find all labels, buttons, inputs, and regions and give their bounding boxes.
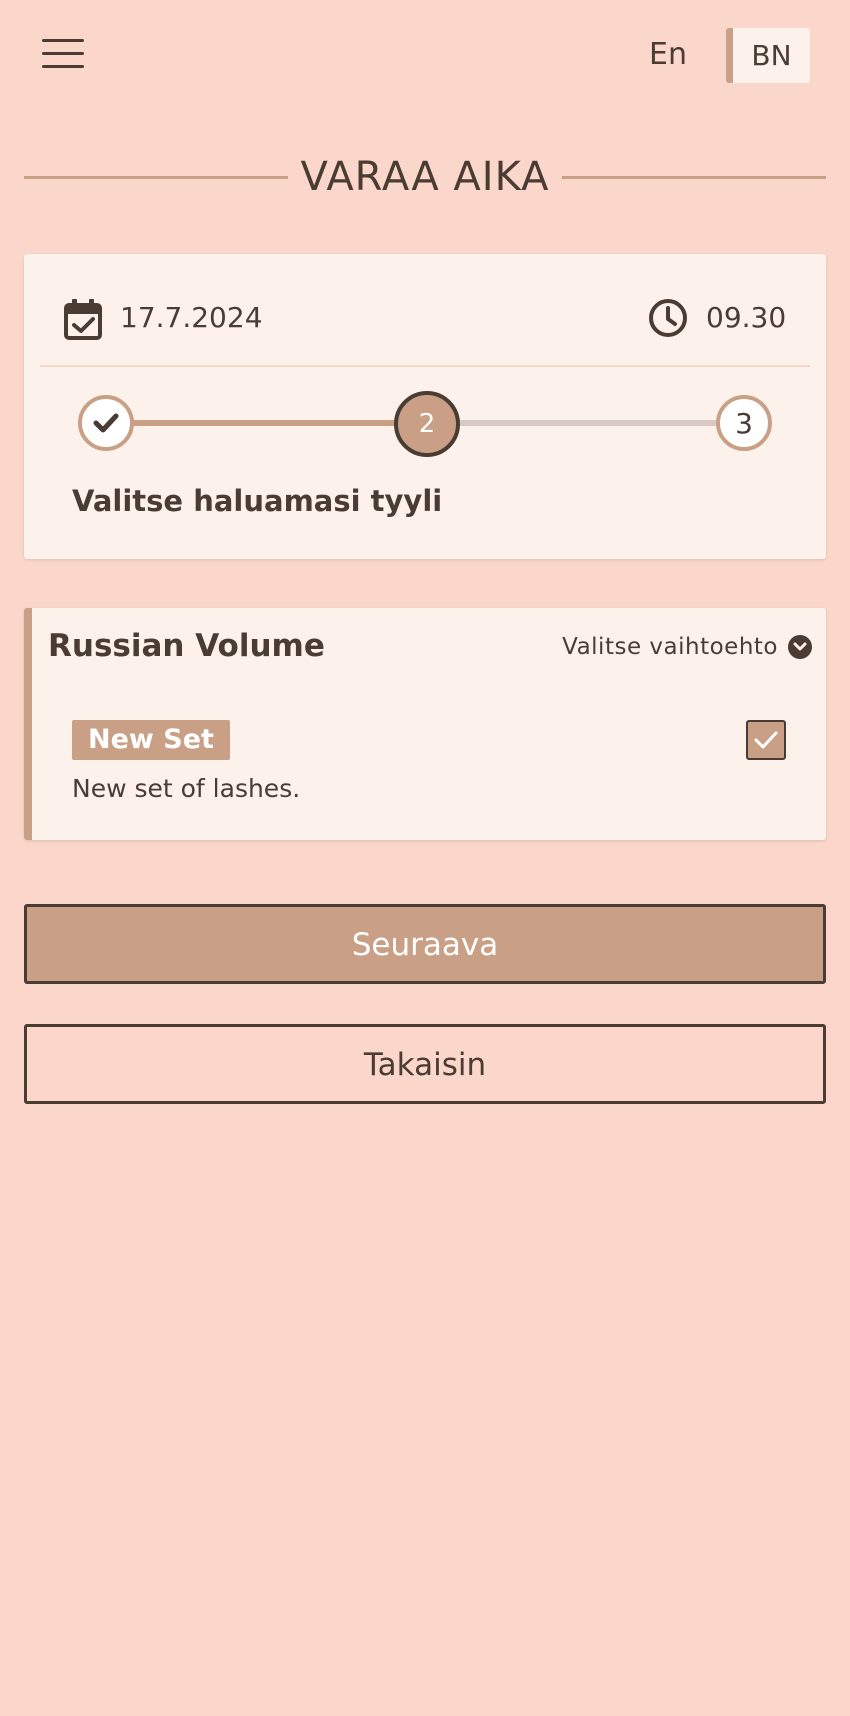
language-bn-button[interactable]: BN — [726, 28, 810, 83]
back-button[interactable]: Takaisin — [24, 1024, 826, 1104]
hamburger-menu-icon[interactable] — [42, 36, 86, 70]
menu-line — [42, 39, 84, 42]
page-title-row: VARAA AIKA — [24, 150, 826, 204]
step-caption: Valitse haluamasi tyyli — [72, 484, 443, 518]
page-title: VARAA AIKA — [300, 154, 550, 200]
step-1-done — [78, 395, 134, 451]
option-description: New set of lashes. — [72, 774, 301, 803]
menu-line — [42, 52, 84, 55]
step-2-active: 2 — [394, 391, 460, 457]
option-checkbox[interactable] — [746, 720, 786, 760]
service-name: Russian Volume — [48, 628, 325, 664]
title-divider-right — [562, 176, 826, 179]
top-bar: En BN — [0, 0, 850, 110]
step-3-pending: 3 — [716, 395, 772, 451]
next-button[interactable]: Seuraava — [24, 904, 826, 984]
booking-date: 17.7.2024 — [120, 301, 263, 334]
check-icon — [93, 413, 119, 433]
calendar-check-icon — [64, 299, 102, 340]
option-select-label: Valitse vaihtoehto — [562, 634, 778, 660]
summary-divider — [40, 365, 810, 367]
check-icon — [754, 731, 778, 749]
service-card: Russian Volume Valitse vaihtoehto New Se… — [24, 608, 826, 840]
progress-track-completed — [106, 420, 428, 426]
booking-summary-card: 17.7.2024 09.30 2 3 Valitse haluamasi ty… — [24, 254, 826, 559]
title-divider-left — [24, 176, 288, 179]
option-badge: New Set — [72, 720, 230, 760]
option-select-dropdown[interactable]: Valitse vaihtoehto — [562, 630, 812, 664]
language-en-button[interactable]: En — [630, 30, 706, 80]
menu-line — [42, 65, 84, 68]
progress-track-remaining — [428, 420, 748, 426]
booking-time: 09.30 — [706, 301, 787, 334]
clock-icon — [649, 299, 687, 337]
chevron-down-icon — [788, 635, 812, 659]
